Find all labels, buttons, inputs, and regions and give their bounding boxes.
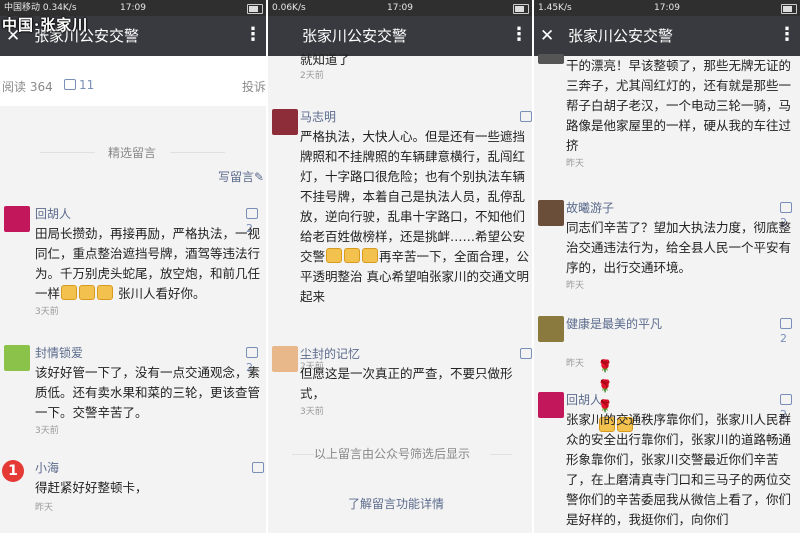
- app-header: ✕ 张家川公安交警 ⋮: [534, 16, 800, 56]
- comment-info-link[interactable]: 了解留言功能详情: [348, 496, 444, 512]
- thumbs-up-icon: [780, 318, 792, 329]
- avatar: [538, 54, 564, 64]
- write-comment-link[interactable]: 写留言✎: [218, 169, 264, 185]
- footer-note: 以上留言由公众号筛选后显示: [314, 447, 471, 461]
- comment-text: 同志们辛苦了？望加大执法力度，彻底整治交通违法行为，给全县人民一个平安有序的，出…: [566, 220, 792, 275]
- footer-divider-left: [292, 454, 314, 455]
- battery-icon: [247, 4, 263, 14]
- thumbs-up-icon: [780, 394, 792, 405]
- thumbs-up-icon: [520, 348, 532, 359]
- status-time: 17:09: [387, 3, 413, 13]
- thumbs-up-emoji-icon: [362, 248, 379, 263]
- avatar: [538, 200, 564, 226]
- avatar: [538, 392, 564, 418]
- footer-divider-right: [490, 454, 512, 455]
- more-menu-icon[interactable]: ⋮: [778, 24, 796, 46]
- status-bar: 0.06K/s 17:09: [268, 0, 532, 16]
- page-title: 张家川公安交警: [568, 27, 674, 45]
- close-icon[interactable]: ✕: [540, 25, 554, 47]
- battery-icon: [781, 4, 797, 14]
- article-like-button[interactable]: 11: [64, 78, 94, 92]
- comment-text: 就知道了: [300, 52, 351, 67]
- rose-emoji-icon: 🌹: [597, 359, 613, 373]
- comment-time: 3天前: [300, 407, 324, 417]
- battery-icon: [513, 4, 529, 14]
- comment-text: 该好好管一下了，没有一点交通观念，素质低。还有卖水果和菜的三轮，更该查管一下。交…: [35, 365, 261, 420]
- thumbs-up-icon: [780, 202, 792, 213]
- avatar: [272, 109, 298, 135]
- featured-divider-left: [40, 152, 95, 153]
- comment-time: 昨天: [35, 503, 54, 513]
- write-comment-label: 写留言: [218, 170, 255, 184]
- more-menu-icon[interactable]: ⋮: [510, 24, 528, 46]
- comment-author[interactable]: 回胡人: [35, 206, 71, 222]
- comment-text-body: 严格执法，大快人心。但是还有一些遮挡牌照和不挂牌照的车辆肆意横行，乱闯红灯，十字…: [300, 129, 526, 264]
- comment-text: 干的漂亮！早该整顿了，那些无牌无证的三奔子，尤其闯红灯的，还有就是那些一帮子白胡…: [566, 58, 792, 153]
- thumbs-up-icon: [64, 79, 76, 90]
- comment-author[interactable]: 故曦游子: [566, 200, 614, 216]
- comment-time: 昨天: [566, 281, 585, 291]
- avatar: [272, 346, 298, 372]
- watermark-logo: 中国·张家川: [2, 16, 89, 34]
- content-area: 阅读 364 11 投诉 精选留言 写留言✎ 回胡人 2 田局长攒劲，再接再励，…: [0, 56, 266, 533]
- comment-time: 3天前: [35, 307, 59, 317]
- read-count: 阅读 364: [2, 80, 53, 94]
- status-time: 17:09: [654, 3, 680, 13]
- comment-time: 3天前: [35, 426, 59, 436]
- thumbs-up-icon: [246, 347, 258, 358]
- featured-divider-right: [170, 152, 225, 153]
- phone-screen-1: 中国移动 0.34K/s 17:09 ✕ 张家川公安交警 ⋮ 阅读 364 11…: [0, 0, 266, 533]
- thumbs-up-icon: [246, 208, 258, 219]
- avatar: [4, 206, 30, 232]
- comment-author[interactable]: 封情锁爱: [35, 345, 83, 361]
- avatar: 1: [2, 460, 24, 482]
- comment-text: 张家川的交通秩序靠你们，张家川人民群众的安全出行靠你们，张家川的道路畅通形象靠你…: [566, 412, 792, 527]
- comment-time: 昨天: [566, 359, 585, 369]
- thumbs-up-icon: [252, 462, 264, 473]
- comment-text: 田局长攒劲，再接再励，严格执法，一视同仁，重点整治遮挡号牌，酒驾等违法行为。千万…: [35, 224, 263, 304]
- thumbs-up-emoji-icon: [61, 285, 78, 300]
- comment-author[interactable]: 尘封的记忆: [300, 346, 360, 362]
- complain-link[interactable]: 投诉: [242, 78, 266, 95]
- phone-screen-3: 1.45K/s 17:09 ✕ 张家川公安交警 ⋮ 干的漂亮！早该整顿了，那些无…: [534, 0, 800, 533]
- comment-like-button[interactable]: [252, 462, 266, 476]
- thumbs-up-emoji-icon: [97, 285, 114, 300]
- pencil-icon: ✎: [254, 170, 265, 184]
- phone-screen-2: 0.06K/s 17:09 张家川公安交警 ⋮ 就知道了 2天前 马志明 严格执…: [268, 0, 532, 533]
- comment-author[interactable]: 马志明: [300, 109, 336, 125]
- article-like-count: 11: [79, 78, 95, 92]
- comment-text: 严格执法，大快人心。但是还有一些遮挡牌照和不挂牌照的车辆肆意横行，乱闯红灯，十字…: [300, 127, 530, 307]
- comment-like-button[interactable]: [520, 348, 532, 362]
- comment-time: 2天前: [300, 71, 324, 81]
- thumbs-up-emoji-icon: [326, 248, 343, 263]
- thumbs-up-icon: [520, 111, 532, 122]
- page-title: 张家川公安交警: [302, 27, 408, 45]
- comment-author[interactable]: 回胡人: [566, 392, 602, 408]
- article-stats: 阅读 364 11 投诉: [0, 56, 266, 106]
- comment-text: 但愿这是一次真正的严查，不要只做形式，: [300, 366, 513, 401]
- comment-text: 得赶紧好好整顿卡，: [35, 480, 148, 495]
- more-menu-icon[interactable]: ⋮: [244, 24, 262, 46]
- thumbs-up-emoji-icon: [344, 248, 361, 263]
- rose-emoji-icon: 🌹: [597, 379, 613, 393]
- featured-comments-label: 精选留言: [108, 146, 157, 160]
- comment-author[interactable]: 小海: [35, 460, 59, 476]
- comment-time: 昨天: [566, 159, 585, 169]
- comment-like-button[interactable]: [520, 111, 532, 125]
- avatar: [4, 345, 30, 371]
- comment-author[interactable]: 健康是最美的平凡: [566, 316, 662, 332]
- content-area: 干的漂亮！早该整顿了，那些无牌无证的三奔子，尤其闯红灯的，还有就是那些一帮子白胡…: [534, 54, 800, 533]
- content-area: 就知道了 2天前 马志明 严格执法，大快人心。但是还有一些遮挡牌照和不挂牌照的车…: [268, 52, 532, 533]
- status-bar: 1.45K/s 17:09: [534, 0, 800, 16]
- comment-text-tail: 张川人看好你。: [118, 286, 206, 301]
- thumbs-up-emoji-icon: [79, 285, 96, 300]
- avatar: [538, 316, 564, 342]
